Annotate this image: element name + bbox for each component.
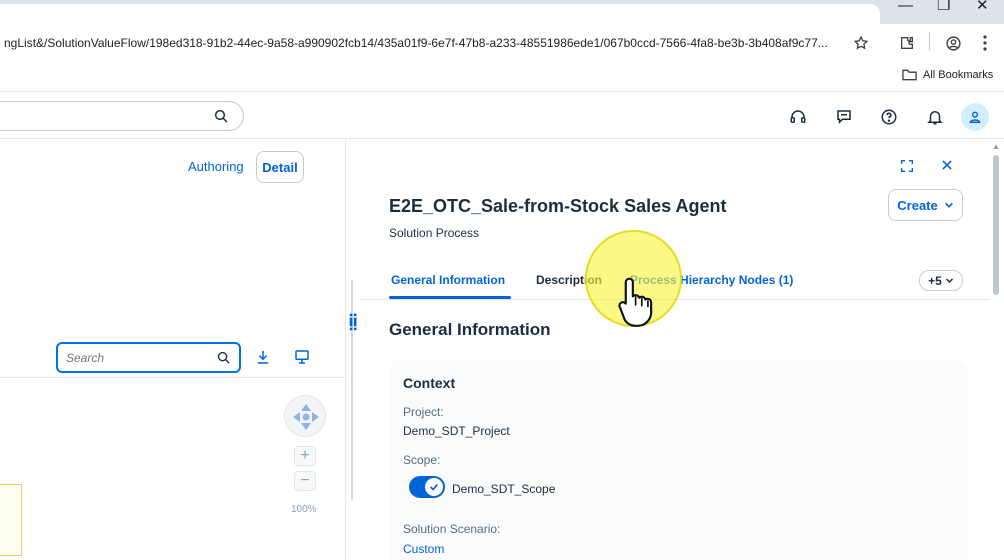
- authoring-link[interactable]: Authoring: [188, 159, 244, 174]
- create-button[interactable]: Create: [888, 189, 963, 221]
- project-value: Demo_SDT_Project: [403, 424, 510, 438]
- scope-toggle[interactable]: [409, 476, 445, 498]
- left-panel: Authoring Detail + − 100%: [0, 140, 346, 560]
- zoom-level: 100%: [291, 504, 317, 515]
- scope-value: Demo_SDT_Scope: [452, 482, 556, 496]
- diagram-node[interactable]: [0, 484, 22, 556]
- context-title: Context: [403, 375, 456, 391]
- profile-icon[interactable]: [942, 32, 964, 54]
- close-icon[interactable]: [940, 158, 954, 177]
- splitter-grip-icon[interactable]: ⠿ ⠿: [348, 313, 359, 333]
- search-icon[interactable]: [216, 350, 231, 370]
- zoom-in-button[interactable]: +: [294, 446, 316, 466]
- global-search-field[interactable]: [0, 101, 244, 131]
- search-icon[interactable]: [213, 108, 229, 129]
- pan-navigation-control[interactable]: [284, 395, 326, 437]
- scope-label: Scope:: [403, 453, 441, 467]
- diagram-search-input[interactable]: [66, 349, 206, 367]
- star-icon[interactable]: [850, 32, 872, 54]
- menu-dots-icon[interactable]: [974, 32, 996, 54]
- more-tabs-button[interactable]: +5: [919, 270, 963, 291]
- chevron-down-icon: [944, 202, 953, 208]
- all-bookmarks-button[interactable]: All Bookmarks: [902, 68, 993, 81]
- expand-icon[interactable]: [899, 158, 915, 179]
- app-shellbar: [0, 93, 1004, 139]
- help-icon[interactable]: [879, 107, 899, 127]
- headset-icon[interactable]: [788, 107, 808, 127]
- browser-toolbar: ngList&/SolutionValueFlow/198ed318-91b2-…: [0, 24, 1004, 64]
- object-title: E2E_OTC_Sale-from-Stock Sales Agent: [389, 196, 727, 216]
- scroll-up-arrow-icon[interactable]: ▲: [992, 142, 1000, 151]
- user-avatar[interactable]: [961, 103, 989, 131]
- folder-icon: [902, 69, 917, 81]
- browser-tabstrip: — ❐ ✕: [0, 0, 1004, 24]
- active-tab-indicator: [389, 296, 511, 299]
- extension-icon[interactable]: [896, 32, 918, 54]
- hand-cursor-icon: [618, 277, 653, 327]
- section-title: General Information: [389, 320, 551, 339]
- create-button-label: Create: [897, 197, 938, 213]
- vertical-scrollbar[interactable]: [993, 155, 999, 295]
- diagram-search-field[interactable]: [56, 342, 241, 373]
- tab-general-information[interactable]: General Information: [391, 273, 505, 287]
- minimize-icon[interactable]: —: [898, 0, 913, 16]
- panel-divider: [0, 377, 346, 378]
- project-label: Project:: [403, 405, 444, 419]
- monitor-icon[interactable]: [293, 348, 311, 371]
- active-browser-tab[interactable]: [0, 4, 880, 24]
- context-card: Context Project: Demo_SDT_Project Scope:…: [389, 360, 968, 560]
- feedback-icon[interactable]: [834, 107, 854, 127]
- more-tabs-label: +5: [928, 273, 942, 288]
- check-icon: [425, 478, 443, 496]
- address-bar[interactable]: ngList&/SolutionValueFlow/198ed318-91b2-…: [4, 36, 828, 50]
- scenario-label: Solution Scenario:: [403, 522, 501, 536]
- user-icon: [969, 111, 981, 123]
- bell-icon[interactable]: [925, 107, 945, 127]
- bookmarks-bar: All Bookmarks: [0, 64, 1004, 92]
- all-bookmarks-label: All Bookmarks: [923, 68, 994, 81]
- restore-icon[interactable]: ❐: [937, 0, 950, 16]
- zoom-out-button[interactable]: −: [294, 471, 316, 491]
- close-window-icon[interactable]: ✕: [976, 0, 989, 16]
- object-type: Solution Process: [389, 226, 480, 240]
- detail-button[interactable]: Detail: [256, 151, 304, 183]
- pan-arrows-icon: [293, 404, 319, 430]
- scenario-value-link[interactable]: Custom: [403, 542, 444, 556]
- download-icon[interactable]: [254, 348, 272, 371]
- chevron-down-icon: [945, 278, 953, 284]
- detail-panel: E2E_OTC_Sale-from-Stock Sales Agent Solu…: [361, 140, 990, 560]
- toolbar-separator: [929, 32, 930, 50]
